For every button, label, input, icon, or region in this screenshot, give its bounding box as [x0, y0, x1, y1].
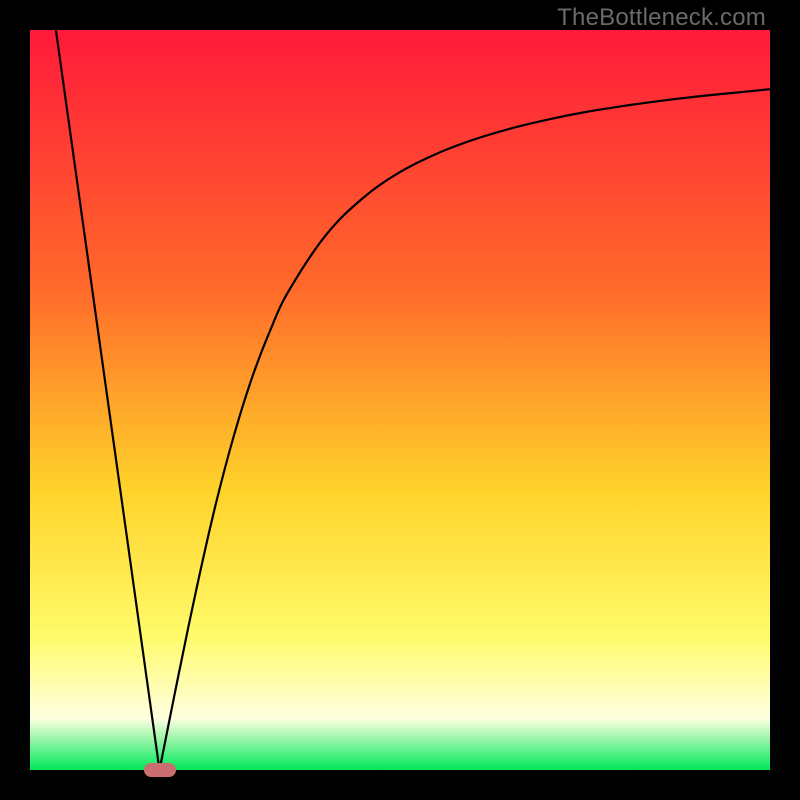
gradient-background	[30, 30, 770, 770]
watermark-text: TheBottleneck.com	[557, 4, 766, 32]
chart-plot	[30, 30, 770, 770]
chart-frame	[30, 30, 770, 770]
bottleneck-marker	[144, 763, 176, 777]
